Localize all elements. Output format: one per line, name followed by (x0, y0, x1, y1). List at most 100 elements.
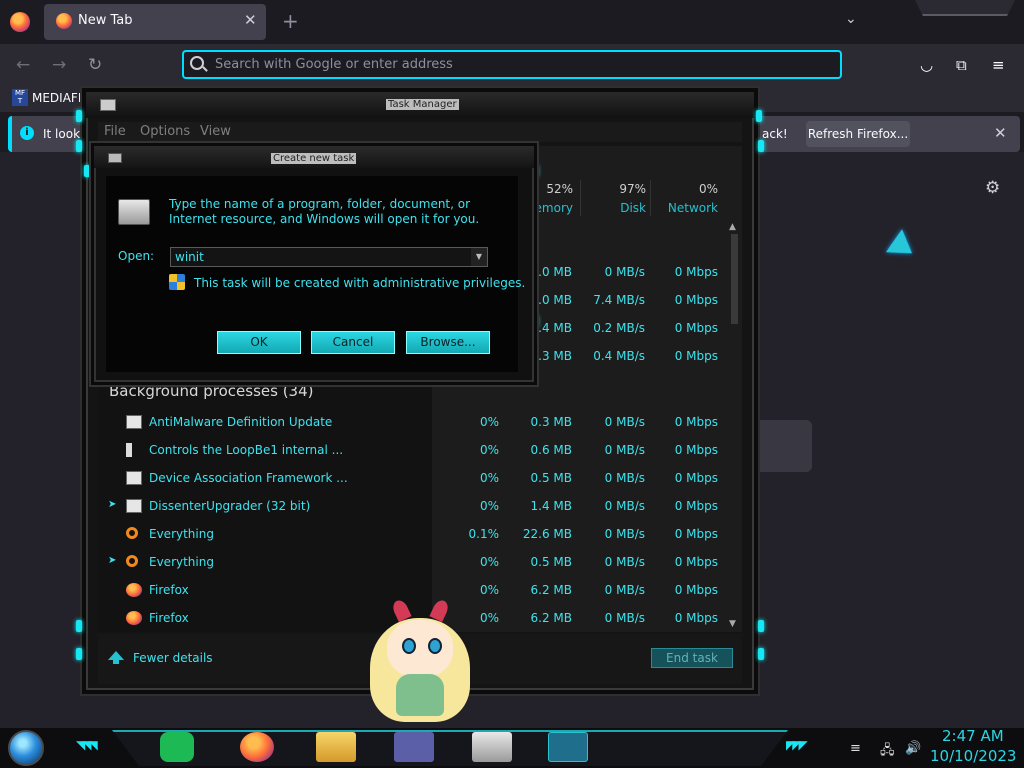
cpu-cell: 0.1% (468, 527, 500, 541)
info-icon: i (20, 126, 34, 140)
tray-chevron-icon[interactable]: ≡ (850, 741, 861, 756)
disk-cell: 0 MB/s (604, 443, 645, 457)
cpu-cell: 0% (479, 611, 499, 625)
net-cell: 0 Mbps (674, 415, 718, 429)
disk-percent: 97% (619, 182, 646, 196)
frame-light (758, 620, 764, 632)
network-icon[interactable]: 🖧 (880, 741, 895, 763)
taskbar-task-manager-icon[interactable] (472, 732, 512, 762)
disk-cell: 0 MB/s (604, 415, 645, 429)
frame-light (758, 648, 764, 660)
clock-date[interactable]: 10/10/2023 (930, 747, 1016, 765)
dialog-title: Create new task (271, 153, 357, 164)
extensions-icon[interactable]: ⧉ (956, 56, 967, 74)
browse-button[interactable]: Browse... (406, 331, 490, 354)
menu-options[interactable]: Options (140, 124, 190, 139)
mem-cell: 0.5 MB (530, 555, 572, 569)
forward-arrow-icon[interactable]: → (52, 55, 66, 75)
arrow-up-icon[interactable] (108, 651, 124, 664)
tab-close-icon[interactable]: ✕ (244, 11, 257, 29)
taskbar-file-explorer-icon[interactable] (316, 732, 356, 762)
taskbar-firefox-icon[interactable] (240, 732, 274, 762)
disk-cell: 0 MB/s (604, 499, 645, 513)
close-icon[interactable]: ✕ (994, 124, 1007, 142)
net-cell: 0 Mbps (674, 349, 718, 363)
cpu-cell: 0% (479, 415, 499, 429)
taskbar-band (112, 730, 788, 766)
taskbar-app-icon[interactable] (394, 732, 434, 762)
mem-cell: 22.6 MB (522, 527, 572, 541)
expand-chevron-icon[interactable]: ➤ (108, 555, 116, 566)
pocket-icon[interactable]: ◡ (920, 56, 933, 74)
disk-cell: 0 MB/s (604, 265, 645, 279)
column-divider (580, 180, 581, 216)
dropdown-arrow-icon[interactable]: ▼ (471, 248, 487, 266)
bookmark-mediafire[interactable]: MEDIAFI (32, 91, 81, 105)
column-divider (650, 180, 651, 216)
end-task-button[interactable]: End task (651, 648, 733, 668)
process-name: Firefox (149, 611, 189, 625)
frame-light (76, 620, 82, 632)
net-cell: 0 Mbps (674, 611, 718, 625)
clock-time[interactable]: 2:47 AM (942, 727, 1004, 745)
new-tab-button[interactable]: + (282, 9, 299, 33)
net-cell: 0 Mbps (674, 499, 718, 513)
gear-icon[interactable]: ⚙ (985, 178, 1000, 198)
process-name: DissenterUpgrader (32 bit) (149, 499, 311, 513)
taskbar-run-icon[interactable] (548, 732, 588, 762)
column-network[interactable]: Network (650, 201, 718, 215)
scroll-thumb[interactable] (731, 234, 738, 324)
fewer-details-link[interactable]: Fewer details (133, 651, 213, 665)
network-percent: 0% (698, 182, 718, 196)
tab-list-chevron-icon[interactable]: ⌄ (845, 11, 857, 27)
volume-icon[interactable]: 🔊 (905, 741, 921, 756)
notification-text: It look (43, 127, 81, 141)
cpu-cell: 0% (479, 471, 499, 485)
scroll-down-icon[interactable]: ▼ (729, 619, 736, 629)
shortcut-tile[interactable] (750, 420, 812, 472)
back-arrow-icon[interactable]: ← (16, 55, 30, 75)
column-disk[interactable]: Disk (590, 201, 646, 215)
window-icon (126, 471, 142, 485)
net-cell: 0 Mbps (674, 321, 718, 335)
process-name: Controls the LoopBe1 internal ... (149, 443, 344, 457)
reload-icon[interactable]: ↻ (88, 55, 102, 75)
mediafire-icon: MF T (12, 89, 28, 106)
open-input[interactable]: winit (170, 247, 488, 267)
mem-cell: 0.3 MB (530, 415, 572, 429)
taskbar-decoration: ◥◥◥ (76, 738, 98, 752)
scroll-up-icon[interactable]: ▲ (729, 222, 736, 232)
disk-cell: 0 MB/s (604, 611, 645, 625)
ok-button[interactable]: OK (217, 331, 301, 354)
open-label: Open: (118, 249, 155, 263)
admin-shield-icon (169, 274, 185, 290)
menu-file[interactable]: File (104, 124, 126, 139)
cpu-cell: 0% (479, 443, 499, 457)
menu-view[interactable]: View (200, 124, 231, 139)
speaker-icon (126, 443, 136, 457)
process-name: Everything (149, 555, 214, 569)
disk-cell: 0 MB/s (604, 527, 645, 541)
disk-cell: 0.2 MB/s (593, 321, 645, 335)
mem-cell: 0.5 MB (530, 471, 572, 485)
mascot-eye (402, 638, 416, 654)
magnifier-icon (126, 527, 138, 539)
frame-light (84, 165, 90, 177)
memory-percent: 52% (546, 182, 573, 196)
disk-cell: 0 MB/s (604, 555, 645, 569)
cancel-button[interactable]: Cancel (311, 331, 395, 354)
start-button[interactable] (8, 730, 44, 766)
refresh-firefox-button[interactable]: Refresh Firefox... (806, 121, 910, 147)
net-cell: 0 Mbps (674, 527, 718, 541)
window-icon (126, 415, 142, 429)
url-placeholder: Search with Google or enter address (215, 57, 453, 72)
dialog-description: Type the name of a program, folder, docu… (169, 197, 480, 226)
hamburger-menu-icon[interactable]: ≡ (992, 56, 1005, 74)
frame-light (76, 110, 82, 122)
net-cell: 0 Mbps (674, 265, 718, 279)
process-name: Device Association Framework ... (149, 471, 348, 485)
taskbar-notes-icon[interactable] (160, 732, 194, 762)
firefox-view-icon[interactable] (10, 12, 30, 32)
expand-chevron-icon[interactable]: ➤ (108, 499, 116, 510)
net-cell: 0 Mbps (674, 443, 718, 457)
